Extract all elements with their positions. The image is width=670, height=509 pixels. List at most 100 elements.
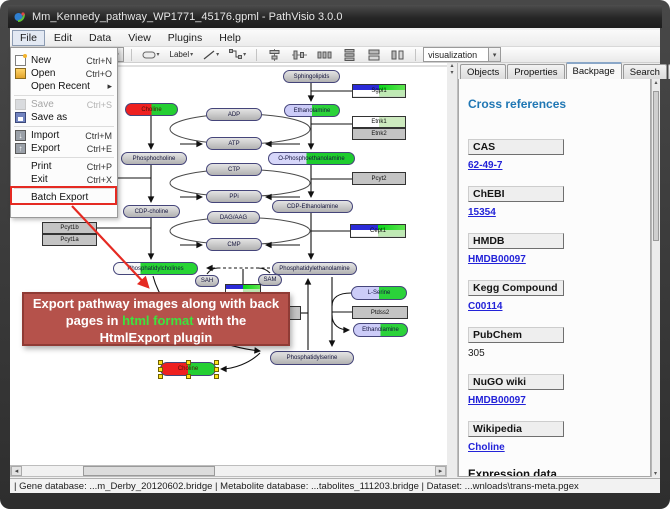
toolbar-separator [131,49,132,61]
pathway-node-cdp-choline[interactable]: CDP-choline [123,205,180,218]
selection-handle[interactable] [186,360,191,365]
tab-properties[interactable]: Properties [507,64,564,79]
xref-link[interactable]: 15354 [468,207,496,218]
align-center-horizontal-button[interactable] [289,47,310,63]
xref-link[interactable]: HMDB00097 [468,395,526,406]
selection-handle[interactable] [186,374,191,379]
line-tool-button[interactable]: ▾ [200,48,222,62]
annotation-highlight-text: html format [122,313,194,328]
xref-section-chebi: ChEBI15354 [468,186,650,220]
distribute-vertical-button[interactable] [339,47,360,63]
xref-link[interactable]: 62-49-7 [468,160,502,171]
line-icon [203,50,215,60]
file-menu-item-import[interactable]: ImportCtrl+M [11,129,117,142]
selection-handle[interactable] [214,367,219,372]
menu-icon-spacer [15,161,26,172]
pathway-node-ethanolamine[interactable]: Ethanolamine [353,323,408,337]
pathway-node-l-serine[interactable]: L-Serine [351,286,407,300]
tab-search[interactable]: Search [623,64,667,79]
file-menu-item-print[interactable]: Print Ctrl+P [11,160,117,173]
pathway-node-sam[interactable]: SAM [258,274,282,286]
align-center-vertical-button[interactable] [264,47,285,63]
file-menu-item-open[interactable]: OpenCtrl+O [11,67,117,80]
menu-item-label: Print [31,161,52,172]
pathway-node-phosphocholine[interactable]: Phosphocholine [121,152,187,165]
pathway-node-phosphatidylserine[interactable]: Phosphatidylserine [270,351,354,365]
menu-data[interactable]: Data [81,30,119,46]
pathway-node-atp[interactable]: ATP [206,137,262,150]
pathway-node-phosphatidylethanolamine[interactable]: Phosphatidylethanolamine [272,262,357,275]
selection-handle[interactable] [158,367,163,372]
visualization-combobox[interactable]: visualization ▾ [423,47,501,62]
save-icon [15,99,26,110]
pathway-node-sgpl1[interactable]: Sgpl1 [352,84,406,98]
horizontal-scroll-thumb[interactable] [83,466,215,476]
pathway-node-sah[interactable]: SAH [195,275,219,287]
selection-handle[interactable] [158,374,163,379]
scroll-left-arrow[interactable]: ◂ [11,466,22,476]
pathway-node-etnk2[interactable]: Etnk2 [352,128,406,140]
pathway-node-phosphatidylcholines[interactable]: Phosphatidylcholines [113,262,198,275]
xref-link[interactable]: C00114 [468,301,502,312]
pathway-node-ctp[interactable]: CTP [206,163,262,176]
pathway-node-pcyt2[interactable]: Pcyt2 [352,172,406,185]
scroll-down-arrow[interactable]: ▾ [654,470,657,477]
menu-view[interactable]: View [120,30,159,46]
datanode-tool-button[interactable]: ▾ [139,48,163,62]
visualization-dropdown-arrow[interactable]: ▾ [488,48,500,61]
pathway-node-cdp-ethanolamine[interactable]: CDP-Ethanolamine [272,200,353,213]
node-label: Pcyt2 [371,176,386,182]
node-label: ADP [228,112,240,118]
file-menu-item-new[interactable]: NewCtrl+N [11,54,117,67]
node-label: Pcyt1a [60,237,78,243]
connector-tool-button[interactable]: ▾ [226,47,249,62]
scroll-right-arrow[interactable]: ▸ [435,466,446,476]
common-width-button[interactable] [364,47,384,63]
selection-handle[interactable] [214,374,219,379]
node-label: Choline [141,107,161,113]
menu-help[interactable]: Help [211,30,249,46]
node-label: Sgpl1 [371,88,386,94]
canvas-horizontal-scrollbar[interactable]: ◂ ▸ [10,465,447,477]
pathway-node-dag-aag[interactable]: DAG/AAG [207,211,260,224]
pathway-node-choline[interactable]: Choline [125,103,178,116]
menu-plugins[interactable]: Plugins [160,30,210,46]
common-height-button[interactable] [388,47,408,63]
tab-backpage[interactable]: Backpage [566,62,622,79]
menu-shortcut: Ctrl+P [81,162,112,172]
pathway-node-sphingolipids[interactable]: Sphingolipids [283,70,340,83]
selection-handle[interactable] [158,360,163,365]
menu-file[interactable]: File [12,30,45,46]
pathway-node-ppi[interactable]: PPi [206,190,262,203]
menu-shortcut: Ctrl+O [80,69,112,79]
xref-link[interactable]: HMDB00097 [468,254,526,265]
file-menu-item-open-recent[interactable]: Open Recent▸ [11,80,117,93]
distribute-horizontal-button[interactable] [314,47,335,63]
pathway-node-ethanolamine[interactable]: Ethanolamine [284,104,340,117]
pathway-node-ptdss2[interactable]: Ptdss2 [352,306,408,319]
file-menu-item-exit[interactable]: ExitCtrl+X [11,173,117,186]
xref-link[interactable]: Choline [468,442,505,453]
canvas-panel-splitter[interactable]: ▴▾ [447,63,458,477]
file-menu-item-save-as[interactable]: Save as [11,111,117,124]
pathway-node-adp[interactable]: ADP [206,108,262,121]
node-label: ATP [228,141,239,147]
vertical-scroll-thumb[interactable] [653,91,659,241]
pathway-node-cmp[interactable]: CMP [206,238,262,251]
pathway-node-choline[interactable]: Choline [160,362,216,376]
application-window: FileEditDataViewPluginsHelp Zoom: 100% ▾… [10,28,660,493]
selection-handle[interactable] [214,360,219,365]
label-tool-button[interactable]: Label ▾ [167,48,197,61]
pathway-node-cept1[interactable]: Cept1 [350,224,406,238]
xref-title: Wikipedia [468,421,564,437]
pathway-node-etnk1[interactable]: Etnk1 [352,116,406,128]
menu-edit[interactable]: Edit [46,30,80,46]
dropdown-arrow-icon: ▾ [216,51,219,58]
pathway-node-o-phosphoethanolamine[interactable]: O-Phosphoethanolamine [268,152,355,165]
file-menu-item-export[interactable]: ExportCtrl+E [11,142,117,155]
tab-objects[interactable]: Objects [460,64,506,79]
panel-vertical-scrollbar[interactable]: ▴▾ [651,79,660,477]
pathway-node-pcyt1a[interactable]: Pcyt1a [42,234,97,246]
pathway-node-pcyt1b[interactable]: Pcyt1b [42,222,97,234]
file-menu-item-save[interactable]: SaveCtrl+S [11,98,117,111]
